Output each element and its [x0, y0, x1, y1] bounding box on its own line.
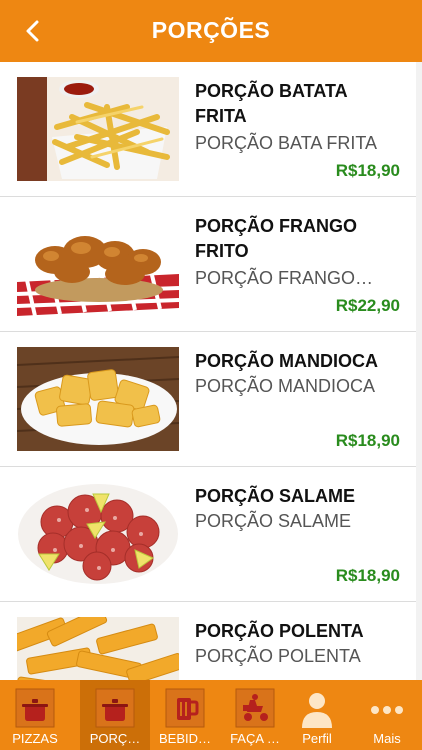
list-item[interactable]: PORÇÃO FRANGO FRITO PORÇÃO FRANGO… R$22,… [0, 197, 416, 332]
tab-bebidas[interactable]: BEBID… [150, 680, 220, 750]
salami-platter-photo [17, 482, 179, 586]
tab-label: PIZZAS [12, 731, 58, 746]
beer-mug-icon [165, 688, 205, 728]
tab-label: Perfil [302, 731, 332, 746]
fried-polenta-photo [17, 617, 179, 680]
tab-mais[interactable]: Mais [352, 680, 422, 750]
item-name: PORÇÃO BATATA FRITA [195, 81, 347, 126]
tab-faca-pedido[interactable]: FAÇA … [220, 680, 290, 750]
pot-icon [95, 688, 135, 728]
item-name: PORÇÃO SALAME [195, 486, 356, 506]
tab-pizzas[interactable]: PIZZAS [0, 680, 70, 750]
tab-label: BEBID… [158, 731, 211, 746]
tab-label: PORÇ… [89, 731, 141, 746]
list-item[interactable]: PORÇÃO BATATA FRITA PORÇÃO BATA FRITA R$… [0, 62, 416, 197]
french-fries-photo [17, 77, 179, 181]
item-price: R$18,90 [335, 566, 400, 585]
item-description: PORÇÃO BATA FRITA [195, 133, 378, 153]
tab-porcoes[interactable]: PORÇ… [80, 680, 150, 750]
pot-icon [15, 688, 55, 728]
item-description: PORÇÃO POLENTA [195, 646, 361, 666]
top-navigation-bar: PORÇÕES [0, 0, 422, 62]
item-price: R$18,90 [335, 161, 400, 180]
page-title: PORÇÕES [151, 17, 271, 43]
list-item[interactable]: PORÇÃO MANDIOCA PORÇÃO MANDIOCA R$18,90 [0, 332, 416, 467]
item-price: R$22,90 [335, 296, 400, 315]
item-name: PORÇÃO MANDIOCA [195, 351, 378, 371]
item-description: PORÇÃO FRANGO… [195, 268, 374, 288]
more-dots-icon [371, 706, 403, 714]
user-profile-icon [302, 693, 332, 728]
tab-label: Mais [373, 731, 401, 746]
item-name: PORÇÃO POLENTA [195, 621, 364, 641]
delivery-scooter-icon [235, 688, 275, 728]
fried-chicken-photo [17, 212, 179, 316]
product-list[interactable]: PORÇÃO BATATA FRITA PORÇÃO BATA FRITA R$… [0, 62, 422, 680]
tab-label: FAÇA … [230, 731, 280, 746]
bottom-tab-bar: PIZZAS PORÇ… BEBID… FAÇA … Perfil Mais [0, 680, 422, 750]
fried-cassava-photo [17, 347, 179, 451]
list-item[interactable]: PORÇÃO POLENTA PORÇÃO POLENTA [0, 602, 416, 680]
tab-perfil[interactable]: Perfil [282, 680, 352, 750]
list-scrollbar[interactable] [416, 62, 422, 680]
item-description: PORÇÃO SALAME [195, 511, 352, 531]
item-name: PORÇÃO FRANGO FRITO [195, 216, 357, 261]
item-description: PORÇÃO MANDIOCA [195, 376, 376, 396]
list-item[interactable]: PORÇÃO SALAME PORÇÃO SALAME R$18,90 [0, 467, 416, 602]
item-price: R$18,90 [335, 431, 400, 450]
